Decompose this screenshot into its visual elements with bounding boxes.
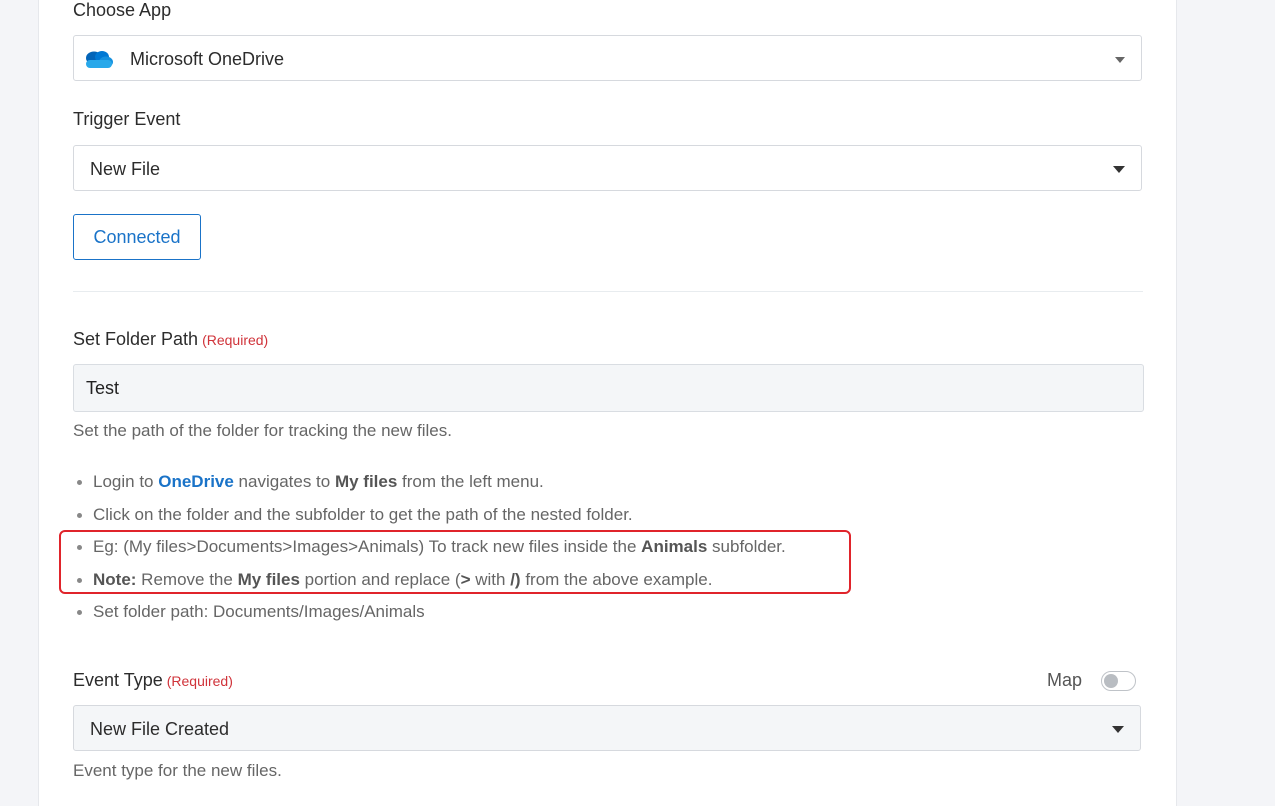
event-type-label: Event Type (Required) xyxy=(73,670,233,691)
event-type-value: New File Created xyxy=(90,719,230,739)
choose-app-select[interactable]: Microsoft OneDrive xyxy=(73,35,1142,81)
list-item: Login to OneDrive navigates to My files … xyxy=(77,468,786,501)
caret-down-icon xyxy=(1113,166,1125,173)
onedrive-icon xyxy=(86,51,113,68)
onedrive-link[interactable]: OneDrive xyxy=(158,472,234,491)
highlight-box xyxy=(59,530,851,594)
trigger-event-select[interactable]: New File xyxy=(73,145,1142,191)
section-divider xyxy=(73,291,1143,292)
map-toggle[interactable] xyxy=(1101,671,1136,691)
choose-app-label: Choose App xyxy=(73,0,172,20)
folder-path-label-text: Set Folder Path xyxy=(73,329,199,349)
trigger-event-value: New File xyxy=(90,159,161,179)
event-type-help: Event type for the new files. xyxy=(73,761,282,780)
map-label: Map xyxy=(1047,670,1083,690)
toggle-knob xyxy=(1104,674,1118,688)
folder-path-label: Set Folder Path (Required) xyxy=(73,329,268,350)
folder-path-help: Set the path of the folder for tracking … xyxy=(73,421,452,440)
choose-app-value: Microsoft OneDrive xyxy=(130,49,285,69)
list-item: Set folder path: Documents/Images/Animal… xyxy=(77,598,786,631)
folder-path-input[interactable] xyxy=(73,364,1144,412)
required-badge: (Required) xyxy=(166,673,233,689)
event-type-select[interactable]: New File Created xyxy=(73,705,1141,751)
chevron-down-icon xyxy=(1115,57,1125,63)
list-item: Click on the folder and the subfolder to… xyxy=(77,501,786,534)
connected-button[interactable]: Connected xyxy=(73,214,201,260)
caret-down-icon xyxy=(1112,726,1124,733)
required-badge: (Required) xyxy=(202,332,269,348)
trigger-event-label: Trigger Event xyxy=(73,109,181,129)
form-card: Choose App Microsoft OneDrive Trigger Ev… xyxy=(38,0,1177,806)
event-type-label-text: Event Type xyxy=(73,670,163,690)
